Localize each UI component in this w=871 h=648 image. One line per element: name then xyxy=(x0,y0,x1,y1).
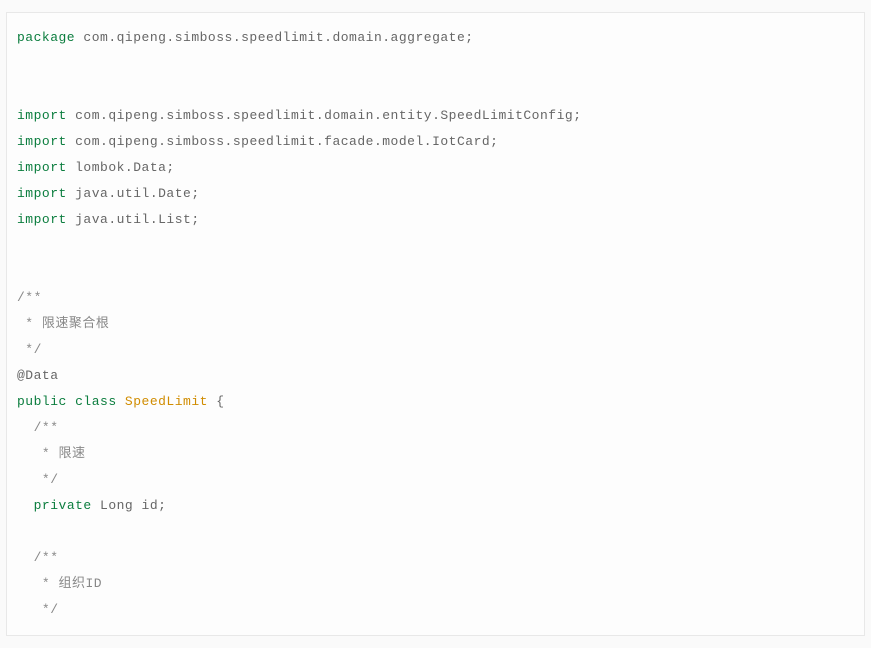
code-line: package com.qipeng.simboss.speedlimit.do… xyxy=(17,25,854,51)
comment-line: /** xyxy=(17,285,854,311)
class-name: SpeedLimit xyxy=(125,394,208,409)
keyword-import: import xyxy=(17,186,67,201)
keyword-class: class xyxy=(67,394,125,409)
keyword-import: import xyxy=(17,108,67,123)
comment-line: * 组织ID xyxy=(17,571,854,597)
keyword-import: import xyxy=(17,134,67,149)
package-path: com.qipeng.simboss.speedlimit.domain.agg… xyxy=(75,30,473,45)
comment-line: */ xyxy=(17,597,854,623)
class-declaration: public class SpeedLimit { xyxy=(17,389,854,415)
keyword-import: import xyxy=(17,212,67,227)
comment-line: /** xyxy=(17,545,854,571)
import-path: java.util.Date; xyxy=(67,186,200,201)
code-block: package com.qipeng.simboss.speedlimit.do… xyxy=(6,12,865,636)
import-path: java.util.List; xyxy=(67,212,200,227)
blank-line xyxy=(17,233,854,259)
keyword-package: package xyxy=(17,30,75,45)
brace: { xyxy=(208,394,225,409)
indent xyxy=(17,498,34,513)
comment-line: */ xyxy=(17,337,854,363)
blank-line xyxy=(17,77,854,103)
code-line: import com.qipeng.simboss.speedlimit.fac… xyxy=(17,129,854,155)
field-type: Long xyxy=(92,498,134,513)
keyword-import: import xyxy=(17,160,67,175)
comment-line: /** xyxy=(17,415,854,441)
keyword-public: public xyxy=(17,394,67,409)
keyword-private: private xyxy=(34,498,92,513)
code-line: import java.util.List; xyxy=(17,207,854,233)
code-line: import com.qipeng.simboss.speedlimit.dom… xyxy=(17,103,854,129)
code-line: import lombok.Data; xyxy=(17,155,854,181)
comment-line: */ xyxy=(17,467,854,493)
blank-line xyxy=(17,519,854,545)
import-path: com.qipeng.simboss.speedlimit.facade.mod… xyxy=(67,134,499,149)
import-path: com.qipeng.simboss.speedlimit.domain.ent… xyxy=(67,108,582,123)
comment-line: * 限速 xyxy=(17,441,854,467)
field-declaration: private Long id; xyxy=(17,493,854,519)
import-path: lombok.Data; xyxy=(67,160,175,175)
annotation: @Data xyxy=(17,363,854,389)
comment-line: * 限速聚合根 xyxy=(17,311,854,337)
blank-line xyxy=(17,259,854,285)
code-line: import java.util.Date; xyxy=(17,181,854,207)
field-name: id; xyxy=(133,498,166,513)
blank-line xyxy=(17,51,854,77)
